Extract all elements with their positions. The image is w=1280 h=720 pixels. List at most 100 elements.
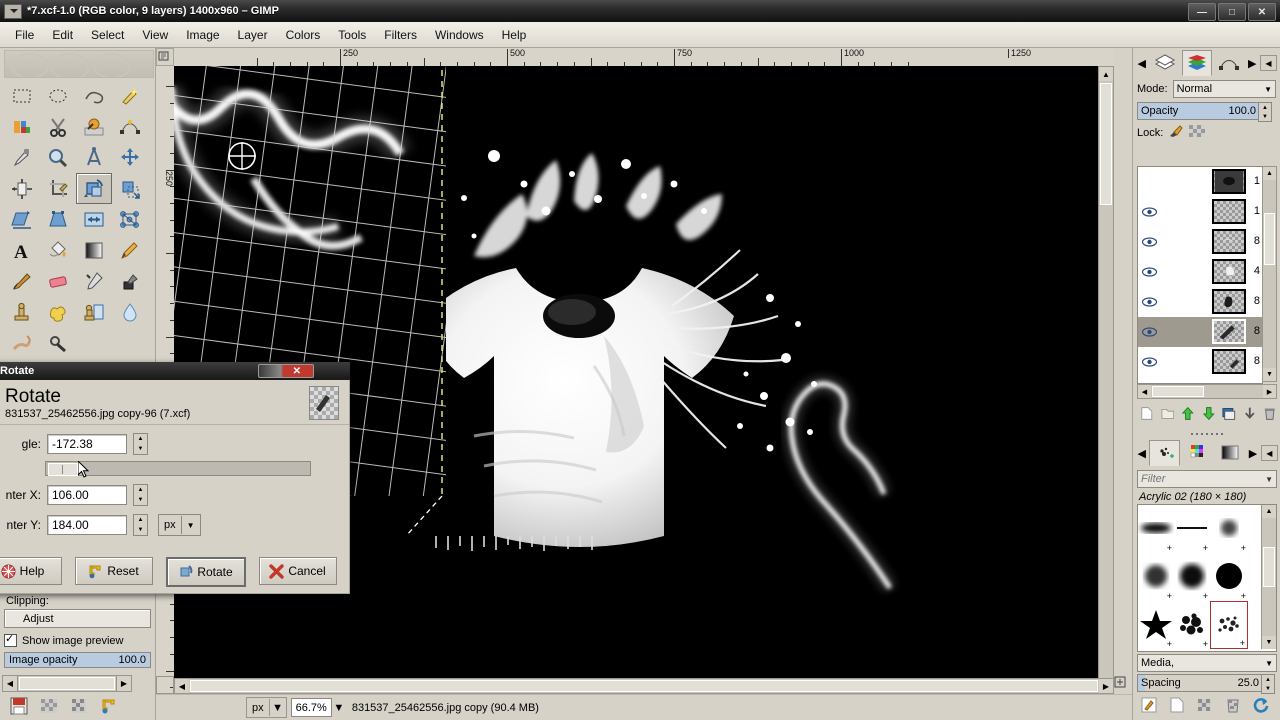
- reset-options-icon[interactable]: [100, 697, 118, 715]
- dodge-burn-tool[interactable]: [40, 328, 76, 359]
- layer-list-vscrollbar[interactable]: ▲ ▼: [1262, 166, 1277, 382]
- delete-brush-icon[interactable]: [1225, 697, 1241, 713]
- tabs-scroll-left-icon[interactable]: ◀: [1136, 57, 1147, 70]
- center-unit-selector[interactable]: px ▼: [158, 514, 201, 536]
- layer-visibility-eye-icon[interactable]: [1138, 357, 1160, 367]
- duplicate-brush-icon[interactable]: [1197, 697, 1213, 713]
- eraser-tool[interactable]: [40, 266, 76, 297]
- layer-row[interactable]: 1: [1138, 167, 1262, 197]
- ruler-origin-button[interactable]: [156, 48, 174, 66]
- center-x-spinner[interactable]: ▲▼: [133, 484, 148, 506]
- spacing-spinner[interactable]: ▲▼: [1261, 674, 1275, 694]
- airbrush-tool[interactable]: [76, 266, 112, 297]
- tool-options-hscrollbar[interactable]: ◀ ▶: [2, 675, 132, 692]
- layer-visibility-eye-icon[interactable]: [1138, 267, 1160, 277]
- brush-scroll-down-icon[interactable]: ▼: [1262, 636, 1276, 649]
- brush-tabs-scroll-left-icon[interactable]: ◀: [1136, 447, 1147, 460]
- clipping-combo[interactable]: Adjust: [4, 609, 151, 628]
- move-tool[interactable]: [112, 142, 148, 173]
- scale-tool[interactable]: [112, 173, 148, 204]
- brush-acrylic-01[interactable]: +: [1174, 601, 1210, 649]
- raise-layer-icon[interactable]: [1181, 406, 1195, 421]
- measure-tool[interactable]: [76, 142, 112, 173]
- layers-scroll-down-icon[interactable]: ▼: [1263, 368, 1276, 381]
- hscroll-thumb[interactable]: [190, 680, 1098, 692]
- menu-colors[interactable]: Colors: [277, 25, 330, 45]
- layer-row[interactable]: 8: [1138, 317, 1262, 347]
- minimize-button[interactable]: —: [1188, 3, 1216, 21]
- brush-acrylic-05[interactable]: +: [1210, 649, 1248, 652]
- perspective-tool[interactable]: [40, 204, 76, 235]
- menu-layer[interactable]: Layer: [229, 25, 277, 45]
- rotate-confirm-button[interactable]: Rotate: [166, 557, 246, 587]
- menu-filters[interactable]: Filters: [375, 25, 426, 45]
- restore-options-icon[interactable]: [40, 697, 58, 715]
- zoom-tool[interactable]: [40, 142, 76, 173]
- lower-layer-icon[interactable]: [1202, 406, 1216, 421]
- tab-gradients[interactable]: [1215, 440, 1246, 466]
- brush-grid-scrollbar[interactable]: ▲ ▼: [1261, 505, 1276, 649]
- foreground-select-tool[interactable]: [76, 111, 112, 142]
- layer-list[interactable]: 1184888: [1137, 166, 1263, 384]
- shear-tool[interactable]: [4, 204, 40, 235]
- scroll-thumb[interactable]: [19, 677, 115, 690]
- layer-row[interactable]: 8: [1138, 227, 1262, 257]
- unit-chevron-down-icon[interactable]: ▼: [269, 699, 286, 716]
- menu-windows[interactable]: Windows: [426, 25, 493, 45]
- brush-filter-chevron-down-icon[interactable]: ▼: [1265, 475, 1273, 484]
- brush-soft-small[interactable]: +: [1210, 505, 1248, 553]
- reset-button[interactable]: Reset: [75, 557, 153, 585]
- cage-transform-tool[interactable]: [112, 204, 148, 235]
- layers-scroll-up-icon[interactable]: ▲: [1263, 167, 1276, 180]
- tab-palettes[interactable]: [1182, 440, 1213, 466]
- lock-alpha-icon[interactable]: [1189, 125, 1205, 140]
- image-opacity-slider[interactable]: Image opacity 100.0: [4, 652, 151, 668]
- menu-file[interactable]: File: [6, 25, 43, 45]
- layers-hscroll-right-icon[interactable]: ▶: [1263, 385, 1276, 398]
- brush-smudge-horizontal[interactable]: +: [1138, 505, 1174, 553]
- show-image-preview-row[interactable]: Show image preview: [4, 634, 151, 647]
- menu-help[interactable]: Help: [493, 25, 536, 45]
- brush-tag-chevron-down-icon[interactable]: ▼: [1265, 659, 1273, 668]
- layer-list-hscrollbar[interactable]: ◀ ▶: [1137, 384, 1277, 399]
- hscroll-left-icon[interactable]: ◀: [175, 679, 189, 693]
- tab-layers[interactable]: [1149, 50, 1179, 76]
- dock-separator-grip[interactable]: [1133, 430, 1280, 438]
- smudge-tool[interactable]: [4, 328, 40, 359]
- navigation-preview-button[interactable]: [1110, 672, 1130, 692]
- brush-acrylic-03[interactable]: +: [1138, 649, 1174, 652]
- unit-selector[interactable]: px ▼: [246, 697, 287, 718]
- gradient-tool[interactable]: [76, 235, 112, 266]
- layers-scroll-thumb[interactable]: [1264, 213, 1275, 265]
- clone-tool[interactable]: [4, 297, 40, 328]
- bucket-fill-tool[interactable]: [40, 235, 76, 266]
- brush-hard-circle[interactable]: +: [1210, 553, 1248, 601]
- new-brush-icon[interactable]: [1169, 697, 1185, 713]
- brush-soft-dark[interactable]: +: [1174, 553, 1210, 601]
- zoom-selector[interactable]: 66.7% ▼: [291, 698, 346, 717]
- brush-filter-input[interactable]: Filter ▼: [1137, 470, 1277, 488]
- canvas-horizontal-scrollbar[interactable]: ◀ ▶: [174, 678, 1114, 694]
- tab-paths[interactable]: [1214, 50, 1244, 76]
- angle-spinner[interactable]: ▲▼: [133, 433, 148, 455]
- angle-input[interactable]: -172.38: [47, 434, 127, 454]
- heal-tool[interactable]: [40, 297, 76, 328]
- paths-tool[interactable]: [112, 111, 148, 142]
- close-button[interactable]: ✕: [1248, 3, 1276, 21]
- align-tool[interactable]: [4, 173, 40, 204]
- menu-view[interactable]: View: [133, 25, 177, 45]
- layer-row[interactable]: 8: [1138, 287, 1262, 317]
- opacity-spinner[interactable]: ▲▼: [1258, 102, 1272, 122]
- show-image-preview-checkbox[interactable]: [4, 634, 17, 647]
- scroll-left-icon[interactable]: ◀: [3, 676, 18, 691]
- layers-hscroll-left-icon[interactable]: ◀: [1138, 385, 1151, 398]
- scissors-select-tool[interactable]: [40, 111, 76, 142]
- tabs-scroll-right-icon[interactable]: ▶: [1247, 57, 1258, 70]
- menu-tools[interactable]: Tools: [329, 25, 375, 45]
- save-options-icon[interactable]: [10, 697, 28, 715]
- layers-hscroll-thumb[interactable]: [1152, 386, 1204, 397]
- brush-star[interactable]: +: [1138, 601, 1174, 649]
- flip-tool[interactable]: [76, 204, 112, 235]
- layer-row[interactable]: 4: [1138, 257, 1262, 287]
- layer-visibility-eye-icon[interactable]: [1138, 297, 1160, 307]
